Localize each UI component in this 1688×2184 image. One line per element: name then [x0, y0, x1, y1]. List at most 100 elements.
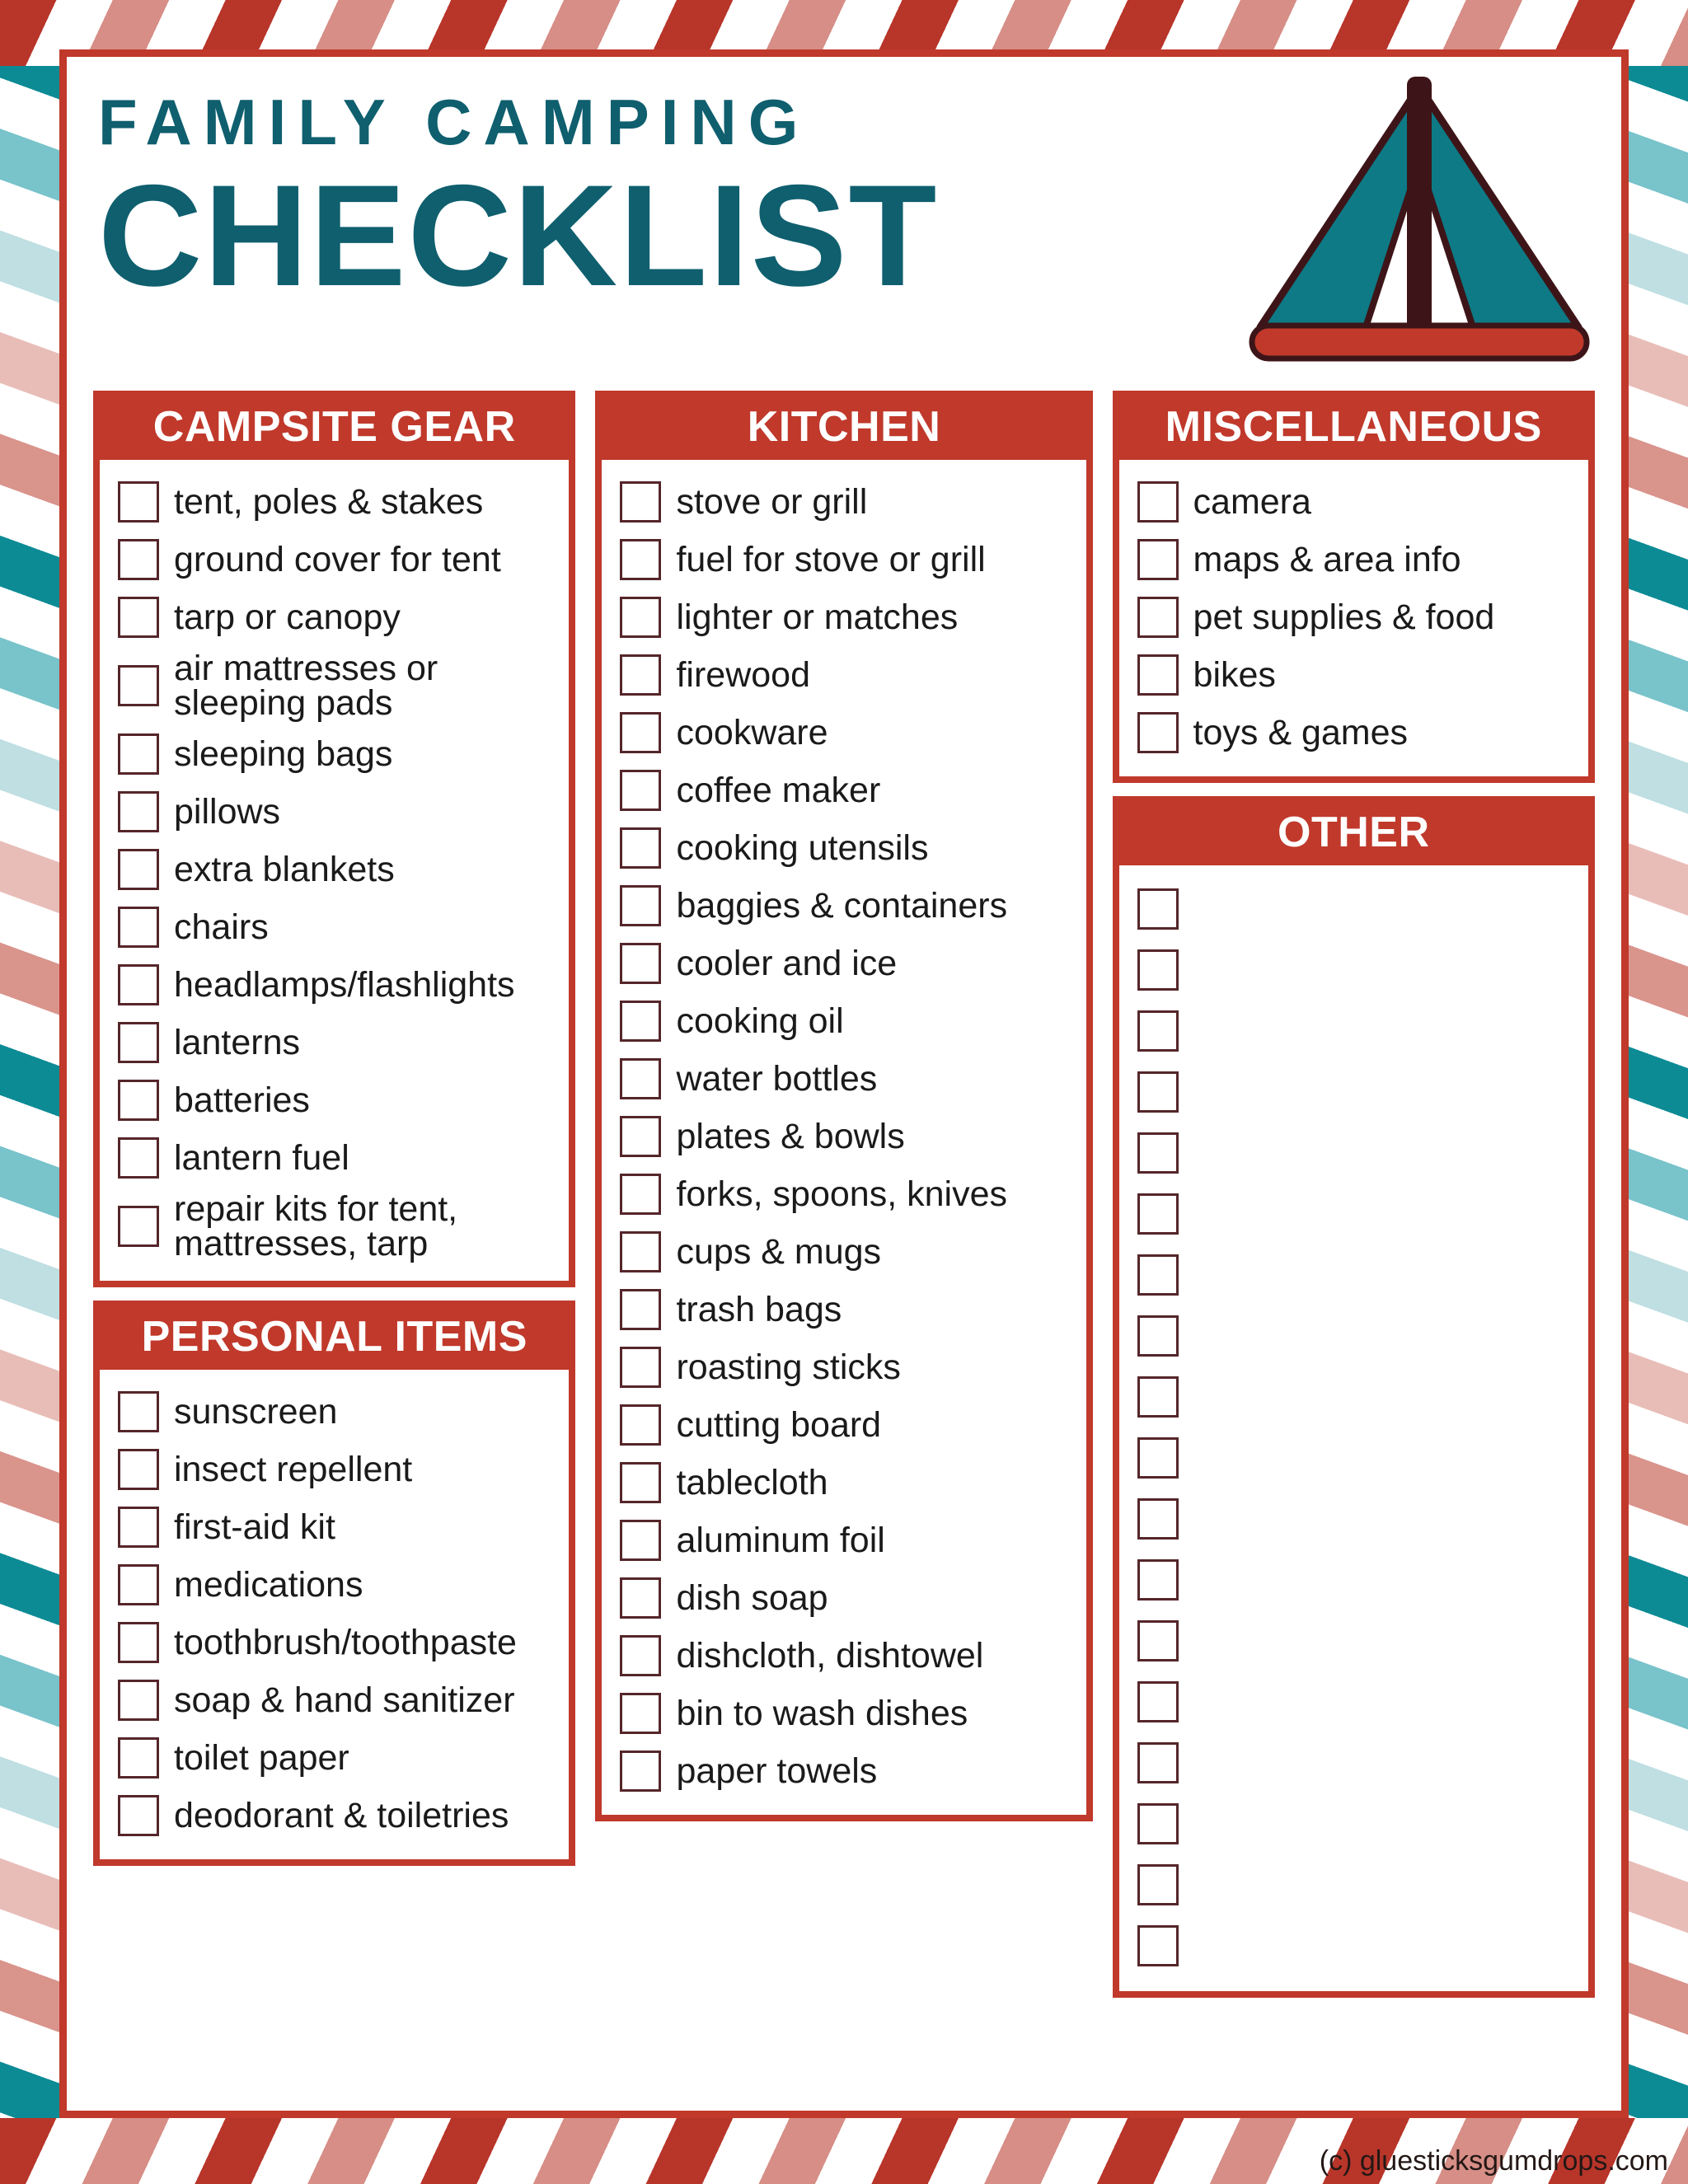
checkbox[interactable]: [620, 1001, 662, 1042]
checkbox[interactable]: [620, 1693, 662, 1734]
checkbox[interactable]: [1137, 1803, 1179, 1844]
checkbox[interactable]: [1137, 712, 1179, 753]
checkbox[interactable]: [1137, 888, 1179, 930]
checkbox[interactable]: [1137, 481, 1179, 523]
list-item[interactable]: [1137, 1427, 1577, 1488]
checkbox[interactable]: [620, 1289, 662, 1330]
list-item[interactable]: baggies & containers: [620, 877, 1074, 935]
list-item[interactable]: toothbrush/toothpaste: [118, 1614, 557, 1671]
checkbox[interactable]: [1137, 1132, 1179, 1174]
list-item[interactable]: dishcloth, dishtowel: [620, 1627, 1074, 1685]
checkbox[interactable]: [118, 1391, 159, 1432]
checkbox[interactable]: [1137, 1620, 1179, 1661]
checkbox[interactable]: [118, 597, 159, 638]
checkbox[interactable]: [118, 1022, 159, 1063]
checkbox[interactable]: [118, 665, 159, 706]
list-item[interactable]: medications: [118, 1556, 557, 1614]
list-item[interactable]: cooking oil: [620, 992, 1074, 1050]
list-item[interactable]: lighter or matches: [620, 588, 1074, 646]
list-item[interactable]: [1137, 1183, 1577, 1244]
checkbox[interactable]: [118, 1795, 159, 1836]
checkbox[interactable]: [118, 1206, 159, 1247]
checkbox[interactable]: [118, 964, 159, 1005]
checkbox[interactable]: [1137, 1925, 1179, 1966]
list-item[interactable]: tarp or canopy: [118, 588, 557, 646]
checkbox[interactable]: [620, 1750, 662, 1792]
list-item[interactable]: pet supplies & food: [1137, 588, 1577, 646]
checkbox[interactable]: [1137, 597, 1179, 638]
checkbox[interactable]: [620, 712, 662, 753]
checkbox[interactable]: [118, 849, 159, 890]
list-item[interactable]: dish soap: [620, 1569, 1074, 1627]
checkbox[interactable]: [118, 1680, 159, 1721]
checkbox[interactable]: [118, 1564, 159, 1605]
list-item[interactable]: [1137, 1305, 1577, 1366]
checkbox[interactable]: [620, 1058, 662, 1099]
list-item[interactable]: chairs: [118, 898, 557, 956]
list-item[interactable]: [1137, 1854, 1577, 1915]
checkbox[interactable]: [620, 481, 662, 523]
checkbox[interactable]: [1137, 1437, 1179, 1479]
list-item[interactable]: coffee maker: [620, 762, 1074, 819]
checkbox[interactable]: [118, 1622, 159, 1663]
list-item[interactable]: sunscreen: [118, 1383, 557, 1441]
list-item[interactable]: roasting sticks: [620, 1338, 1074, 1396]
checkbox[interactable]: [118, 1137, 159, 1179]
list-item[interactable]: [1137, 1549, 1577, 1610]
list-item[interactable]: [1137, 1915, 1577, 1976]
list-item[interactable]: [1137, 1366, 1577, 1427]
checkbox[interactable]: [620, 1404, 662, 1446]
list-item[interactable]: insect repellent: [118, 1441, 557, 1498]
list-item[interactable]: sleeping bags: [118, 725, 557, 783]
checkbox[interactable]: [1137, 1315, 1179, 1357]
list-item[interactable]: pillows: [118, 783, 557, 841]
list-item[interactable]: batteries: [118, 1071, 557, 1129]
list-item[interactable]: [1137, 1488, 1577, 1549]
checkbox[interactable]: [1137, 1193, 1179, 1235]
list-item[interactable]: tablecloth: [620, 1454, 1074, 1511]
list-item[interactable]: bikes: [1137, 646, 1577, 704]
list-item[interactable]: [1137, 1610, 1577, 1671]
list-item[interactable]: repair kits for tent, mattresses, tarp: [118, 1187, 557, 1266]
checkbox[interactable]: [118, 791, 159, 832]
list-item[interactable]: headlamps/flashlights: [118, 956, 557, 1014]
list-item[interactable]: paper towels: [620, 1742, 1074, 1800]
checkbox[interactable]: [118, 733, 159, 775]
checkbox[interactable]: [620, 1577, 662, 1619]
checkbox[interactable]: [1137, 1254, 1179, 1296]
checkbox[interactable]: [620, 770, 662, 811]
checkbox[interactable]: [620, 1462, 662, 1503]
list-item[interactable]: firewood: [620, 646, 1074, 704]
list-item[interactable]: [1137, 1122, 1577, 1183]
list-item[interactable]: toilet paper: [118, 1729, 557, 1787]
checkbox[interactable]: [1137, 1742, 1179, 1783]
checkbox[interactable]: [620, 827, 662, 869]
checkbox[interactable]: [118, 539, 159, 580]
list-item[interactable]: tent, poles & stakes: [118, 473, 557, 531]
checkbox[interactable]: [1137, 1376, 1179, 1418]
list-item[interactable]: air mattresses or sleeping pads: [118, 646, 557, 725]
list-item[interactable]: ground cover for tent: [118, 531, 557, 588]
checkbox[interactable]: [1137, 949, 1179, 991]
list-item[interactable]: [1137, 879, 1577, 940]
list-item[interactable]: [1137, 1793, 1577, 1854]
list-item[interactable]: [1137, 1732, 1577, 1793]
list-item[interactable]: cups & mugs: [620, 1223, 1074, 1281]
list-item[interactable]: trash bags: [620, 1281, 1074, 1338]
list-item[interactable]: water bottles: [620, 1050, 1074, 1108]
list-item[interactable]: cookware: [620, 704, 1074, 762]
checkbox[interactable]: [620, 885, 662, 926]
list-item[interactable]: cooking utensils: [620, 819, 1074, 877]
list-item[interactable]: forks, spoons, knives: [620, 1165, 1074, 1223]
checkbox[interactable]: [620, 1231, 662, 1272]
list-item[interactable]: first-aid kit: [118, 1498, 557, 1556]
checkbox[interactable]: [118, 1080, 159, 1121]
list-item[interactable]: lantern fuel: [118, 1129, 557, 1187]
checkbox[interactable]: [620, 1347, 662, 1388]
checkbox[interactable]: [118, 1507, 159, 1548]
checkbox[interactable]: [620, 597, 662, 638]
checkbox[interactable]: [620, 1520, 662, 1561]
checkbox[interactable]: [1137, 1498, 1179, 1540]
list-item[interactable]: fuel for stove or grill: [620, 531, 1074, 588]
list-item[interactable]: lanterns: [118, 1014, 557, 1071]
